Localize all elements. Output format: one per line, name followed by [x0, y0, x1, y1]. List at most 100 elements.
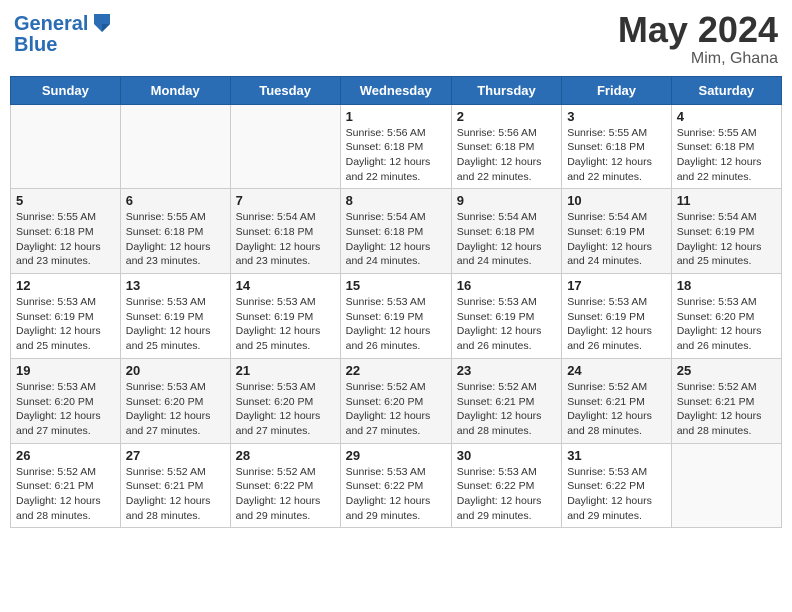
day-number: 31	[567, 448, 666, 463]
day-number: 6	[126, 193, 225, 208]
day-number: 20	[126, 363, 225, 378]
day-number: 15	[346, 278, 446, 293]
logo-icon	[90, 10, 114, 38]
day-number: 17	[567, 278, 666, 293]
calendar-cell: 7 Sunrise: 5:54 AM Sunset: 6:18 PM Daylig…	[230, 189, 340, 274]
calendar-cell: 15 Sunrise: 5:53 AM Sunset: 6:19 PM Dayli…	[340, 274, 451, 359]
day-number: 12	[16, 278, 115, 293]
day-info: Sunrise: 5:56 AM Sunset: 6:18 PM Dayligh…	[457, 126, 556, 185]
calendar-cell: 26Sunrise: 5:52 AM Sunset: 6:21 PM Dayli…	[11, 443, 121, 528]
calendar-cell: 29 Sunrise: 5:53 AM Sunset: 6:22 PM Dayli…	[340, 443, 451, 528]
day-number: 13	[126, 278, 225, 293]
day-number: 8	[346, 193, 446, 208]
calendar-cell: 31 Sunrise: 5:53 AM Sunset: 6:22 PM Dayli…	[562, 443, 672, 528]
day-number: 29	[346, 448, 446, 463]
calendar-week-3: 12 Sunrise: 5:53 AM Sunset: 6:19 PM Dayli…	[11, 274, 782, 359]
calendar-cell: 5 Sunrise: 5:55 AM Sunset: 6:18 PM Daylig…	[11, 189, 121, 274]
day-info: Sunrise: 5:55 AM Sunset: 6:18 PM Dayligh…	[677, 126, 776, 185]
day-info: Sunrise: 5:53 AM Sunset: 6:20 PM Dayligh…	[236, 380, 335, 439]
calendar-cell: 17 Sunrise: 5:53 AM Sunset: 6:19 PM Dayli…	[562, 274, 672, 359]
day-info: Sunrise: 5:52 AM Sunset: 6:21 PM Dayligh…	[126, 465, 225, 524]
day-info: Sunrise: 5:54 AM Sunset: 6:19 PM Dayligh…	[567, 210, 666, 269]
day-number: 14	[236, 278, 335, 293]
calendar-cell: 16 Sunrise: 5:53 AM Sunset: 6:19 PM Dayli…	[451, 274, 561, 359]
day-number: 16	[457, 278, 556, 293]
day-number: 5	[16, 193, 115, 208]
day-number: 28	[236, 448, 335, 463]
calendar-cell: 3 Sunrise: 5:55 AM Sunset: 6:18 PM Daylig…	[562, 104, 672, 189]
day-number: 4	[677, 109, 776, 124]
day-info: Sunrise: 5:52 AM Sunset: 6:21 PM Dayligh…	[677, 380, 776, 439]
day-number: 7	[236, 193, 335, 208]
calendar-cell: 12 Sunrise: 5:53 AM Sunset: 6:19 PM Dayli…	[11, 274, 121, 359]
logo-text: General	[14, 13, 88, 35]
calendar-cell: 9Sunrise: 5:54 AM Sunset: 6:18 PM Daylig…	[451, 189, 561, 274]
day-number: 27	[126, 448, 225, 463]
day-number: 18	[677, 278, 776, 293]
day-info: Sunrise: 5:53 AM Sunset: 6:19 PM Dayligh…	[457, 295, 556, 354]
day-info: Sunrise: 5:53 AM Sunset: 6:19 PM Dayligh…	[346, 295, 446, 354]
calendar-week-4: 19 Sunrise: 5:53 AM Sunset: 6:20 PM Dayli…	[11, 358, 782, 443]
day-info: Sunrise: 5:52 AM Sunset: 6:22 PM Dayligh…	[236, 465, 335, 524]
day-info: Sunrise: 5:56 AM Sunset: 6:18 PM Dayligh…	[346, 126, 446, 185]
calendar-week-2: 5 Sunrise: 5:55 AM Sunset: 6:18 PM Daylig…	[11, 189, 782, 274]
calendar-cell: 4 Sunrise: 5:55 AM Sunset: 6:18 PM Daylig…	[671, 104, 781, 189]
day-number: 21	[236, 363, 335, 378]
day-number: 3	[567, 109, 666, 124]
calendar-cell: 1 Sunrise: 5:56 AM Sunset: 6:18 PM Daylig…	[340, 104, 451, 189]
day-number: 22	[346, 363, 446, 378]
title-block: May 2024 Mim, Ghana	[618, 10, 778, 68]
calendar-cell: 27 Sunrise: 5:52 AM Sunset: 6:21 PM Dayli…	[120, 443, 230, 528]
calendar-cell: 23 Sunrise: 5:52 AM Sunset: 6:21 PM Dayli…	[451, 358, 561, 443]
calendar-cell	[120, 104, 230, 189]
day-info: Sunrise: 5:52 AM Sunset: 6:21 PM Dayligh…	[16, 465, 115, 524]
calendar-cell	[671, 443, 781, 528]
day-info: Sunrise: 5:53 AM Sunset: 6:20 PM Dayligh…	[677, 295, 776, 354]
day-info: Sunrise: 5:53 AM Sunset: 6:19 PM Dayligh…	[16, 295, 115, 354]
day-info: Sunrise: 5:52 AM Sunset: 6:21 PM Dayligh…	[567, 380, 666, 439]
day-info: Sunrise: 5:54 AM Sunset: 6:18 PM Dayligh…	[346, 210, 446, 269]
day-info: Sunrise: 5:55 AM Sunset: 6:18 PM Dayligh…	[16, 210, 115, 269]
calendar-header-row: SundayMondayTuesdayWednesdayThursdayFrid…	[11, 76, 782, 104]
day-info: Sunrise: 5:55 AM Sunset: 6:18 PM Dayligh…	[126, 210, 225, 269]
day-number: 25	[677, 363, 776, 378]
calendar-week-1: 1 Sunrise: 5:56 AM Sunset: 6:18 PM Daylig…	[11, 104, 782, 189]
calendar-cell: 21 Sunrise: 5:53 AM Sunset: 6:20 PM Dayli…	[230, 358, 340, 443]
calendar-cell: 2 Sunrise: 5:56 AM Sunset: 6:18 PM Daylig…	[451, 104, 561, 189]
day-header-saturday: Saturday	[671, 76, 781, 104]
day-info: Sunrise: 5:52 AM Sunset: 6:20 PM Dayligh…	[346, 380, 446, 439]
day-number: 30	[457, 448, 556, 463]
day-info: Sunrise: 5:52 AM Sunset: 6:21 PM Dayligh…	[457, 380, 556, 439]
day-info: Sunrise: 5:53 AM Sunset: 6:22 PM Dayligh…	[346, 465, 446, 524]
day-number: 19	[16, 363, 115, 378]
day-info: Sunrise: 5:54 AM Sunset: 6:18 PM Dayligh…	[236, 210, 335, 269]
day-number: 23	[457, 363, 556, 378]
calendar-table: SundayMondayTuesdayWednesdayThursdayFrid…	[10, 76, 782, 529]
day-number: 11	[677, 193, 776, 208]
day-info: Sunrise: 5:55 AM Sunset: 6:18 PM Dayligh…	[567, 126, 666, 185]
calendar-cell: 20 Sunrise: 5:53 AM Sunset: 6:20 PM Dayli…	[120, 358, 230, 443]
day-number: 9	[457, 193, 556, 208]
calendar-cell: 10 Sunrise: 5:54 AM Sunset: 6:19 PM Dayli…	[562, 189, 672, 274]
subtitle: Mim, Ghana	[618, 50, 778, 68]
calendar-cell: 6 Sunrise: 5:55 AM Sunset: 6:18 PM Daylig…	[120, 189, 230, 274]
day-info: Sunrise: 5:53 AM Sunset: 6:20 PM Dayligh…	[126, 380, 225, 439]
day-header-monday: Monday	[120, 76, 230, 104]
calendar-cell	[230, 104, 340, 189]
calendar-cell: 13 Sunrise: 5:53 AM Sunset: 6:19 PM Dayli…	[120, 274, 230, 359]
day-info: Sunrise: 5:53 AM Sunset: 6:22 PM Dayligh…	[457, 465, 556, 524]
day-info: Sunrise: 5:53 AM Sunset: 6:19 PM Dayligh…	[126, 295, 225, 354]
day-header-tuesday: Tuesday	[230, 76, 340, 104]
calendar-cell: 11Sunrise: 5:54 AM Sunset: 6:19 PM Dayli…	[671, 189, 781, 274]
calendar-cell: 18 Sunrise: 5:53 AM Sunset: 6:20 PM Dayli…	[671, 274, 781, 359]
day-number: 10	[567, 193, 666, 208]
day-info: Sunrise: 5:53 AM Sunset: 6:22 PM Dayligh…	[567, 465, 666, 524]
day-info: Sunrise: 5:53 AM Sunset: 6:19 PM Dayligh…	[567, 295, 666, 354]
day-number: 2	[457, 109, 556, 124]
calendar-cell: 22 Sunrise: 5:52 AM Sunset: 6:20 PM Dayli…	[340, 358, 451, 443]
day-number: 1	[346, 109, 446, 124]
page-header: General Blue May 2024 Mim, Ghana	[10, 10, 782, 68]
main-title: May 2024	[618, 10, 778, 50]
calendar-cell: 30 Sunrise: 5:53 AM Sunset: 6:22 PM Dayli…	[451, 443, 561, 528]
calendar-cell: 8 Sunrise: 5:54 AM Sunset: 6:18 PM Daylig…	[340, 189, 451, 274]
